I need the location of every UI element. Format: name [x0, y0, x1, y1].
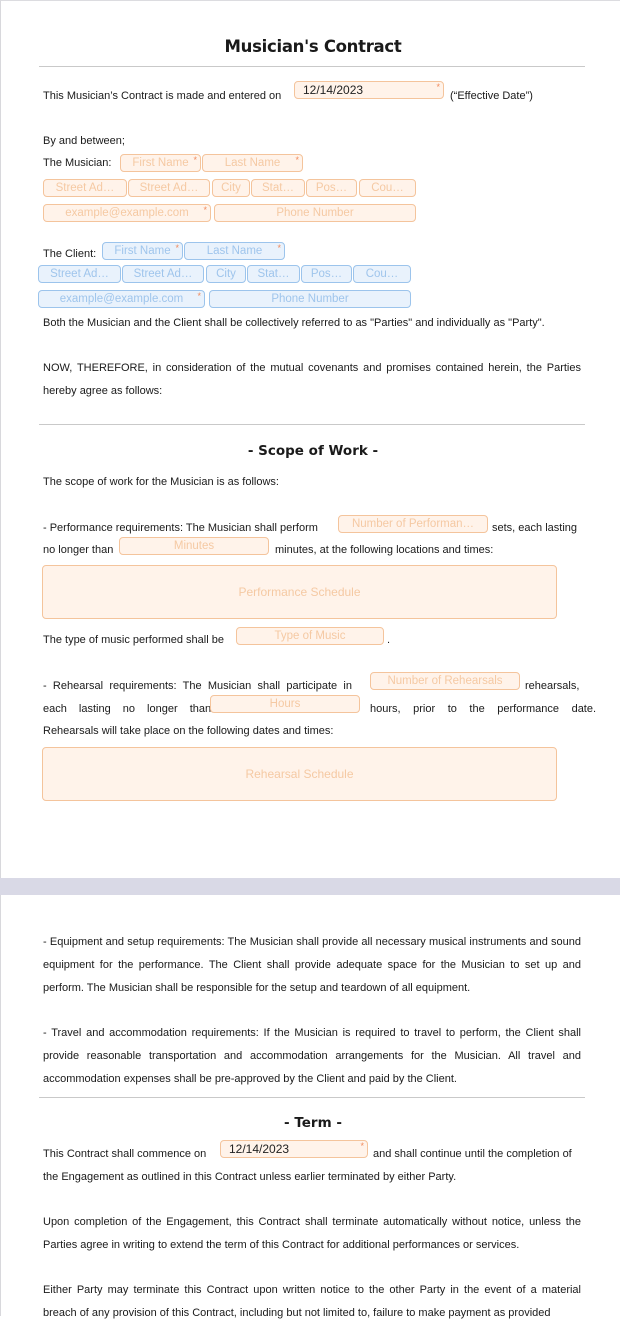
term-heading: - Term - — [284, 1115, 342, 1131]
performance-schedule-textarea[interactable]: Performance Schedule — [42, 565, 557, 619]
section-divider — [39, 1097, 585, 1098]
placeholder: Number of Rehearsals — [387, 675, 503, 687]
placeholder: First Name — [132, 157, 189, 169]
placeholder: Street Ad… — [133, 268, 193, 280]
placeholder: Pos… — [310, 268, 343, 280]
musician-label: The Musician: — [43, 157, 112, 169]
scope-intro: The scope of work for the Musician is as… — [43, 476, 279, 488]
effective-date-label: (“Effective Date”) — [450, 90, 533, 102]
placeholder: First Name — [114, 245, 171, 257]
required-marker: * — [193, 155, 197, 165]
scope-heading: - Scope of Work - — [247, 443, 379, 459]
placeholder: Cou… — [365, 268, 399, 280]
placeholder: Last Name — [206, 245, 263, 257]
parties-text: Both the Musician and the Client shall b… — [43, 317, 545, 329]
musician-phone-input[interactable]: Phone Number — [214, 204, 416, 222]
client-country-input[interactable]: Cou… — [353, 265, 411, 283]
completion-text: Upon completion of the Engagement, this … — [43, 1216, 581, 1251]
required-marker: * — [203, 205, 207, 215]
client-label: The Client: — [43, 248, 97, 260]
placeholder: Performance Schedule — [238, 585, 361, 599]
musician-email-input[interactable]: example@example.com * — [43, 204, 211, 222]
placeholder: Last Name — [224, 157, 281, 169]
musician-city-input[interactable]: City — [212, 179, 250, 197]
required-marker: * — [175, 243, 179, 253]
client-first-name-input[interactable]: First Name * — [102, 242, 183, 260]
placeholder: Phone Number — [271, 293, 349, 305]
document-page-1: Musician's Contract This Musician’s Cont… — [0, 0, 620, 879]
termination-text: Either Party may terminate this Contract… — [43, 1284, 581, 1319]
section-divider — [39, 424, 585, 425]
placeholder: Street Ad… — [139, 182, 199, 194]
effective-date-field[interactable]: 12/14/2023 * — [294, 81, 444, 99]
musician-state-input[interactable]: Stat… — [251, 179, 305, 197]
musician-street2-input[interactable]: Street Ad… — [128, 179, 210, 197]
musician-country-input[interactable]: Cou… — [359, 179, 416, 197]
placeholder: Type of Music — [274, 630, 346, 642]
equipment-text: - Equipment and setup requirements: The … — [43, 936, 581, 994]
required-marker: * — [436, 82, 440, 92]
required-marker: * — [197, 291, 201, 301]
performance-text-cont: sets, each lasting — [492, 522, 577, 534]
now-therefore-text: NOW, THEREFORE, in consideration of the … — [43, 362, 581, 397]
performance-text-line2: no longer than — [43, 544, 114, 556]
placeholder: Phone Number — [276, 207, 354, 219]
required-marker: * — [295, 155, 299, 165]
number-of-rehearsals-input[interactable]: Number of Rehearsals — [370, 672, 520, 690]
performance-text-line2-cont: minutes, at the following locations and … — [275, 544, 494, 556]
hours-input[interactable]: Hours — [210, 695, 360, 713]
intro-text: This Musician’s Contract is made and ent… — [43, 90, 282, 102]
effective-date-value: 12/14/2023 — [303, 83, 364, 97]
client-street2-input[interactable]: Street Ad… — [122, 265, 204, 283]
commence-date-value: 12/14/2023 — [229, 1142, 290, 1156]
number-of-performances-input[interactable]: Number of Performan… — [338, 515, 488, 533]
type-of-music-input[interactable]: Type of Music — [236, 627, 384, 645]
placeholder: Minutes — [173, 540, 215, 552]
required-marker: * — [277, 243, 281, 253]
client-last-name-input[interactable]: Last Name * — [184, 242, 285, 260]
minutes-input[interactable]: Minutes — [119, 537, 269, 555]
placeholder: City — [221, 182, 241, 194]
commence-text-line2: the Engagement as outlined in this Contr… — [43, 1171, 457, 1183]
music-type-text: The type of music performed shall be — [43, 634, 224, 646]
client-postal-input[interactable]: Pos… — [301, 265, 352, 283]
placeholder: Number of Performan… — [351, 518, 475, 530]
musician-first-name-input[interactable]: First Name * — [120, 154, 201, 172]
placeholder: Rehearsal Schedule — [245, 767, 354, 781]
musician-postal-input[interactable]: Pos… — [306, 179, 357, 197]
travel-text: - Travel and accommodation requirements:… — [43, 1027, 581, 1085]
commence-text-cont: and shall continue until the completion … — [373, 1148, 572, 1160]
client-phone-input[interactable]: Phone Number — [209, 290, 411, 308]
placeholder: Street Ad… — [50, 268, 109, 280]
music-type-period: . — [387, 634, 391, 646]
by-and-between-text: By and between; — [43, 135, 125, 147]
placeholder: Stat… — [257, 268, 290, 280]
placeholder: Stat… — [262, 182, 294, 194]
musician-street1-input[interactable]: Street Ad… — [43, 179, 127, 197]
commence-date-field[interactable]: 12/14/2023 * — [220, 1140, 368, 1158]
placeholder: Street Ad… — [55, 182, 115, 194]
placeholder: example@example.com — [65, 207, 189, 219]
placeholder: Cou… — [371, 182, 404, 194]
page-separator — [0, 878, 620, 895]
rehearsal-text-line2-cont: hours, prior to the performance date. — [370, 703, 597, 715]
client-email-input[interactable]: example@example.com * — [38, 290, 205, 308]
placeholder: example@example.com — [59, 293, 184, 305]
rehearsal-schedule-textarea[interactable]: Rehearsal Schedule — [42, 747, 557, 801]
commence-text: This Contract shall commence on — [43, 1148, 207, 1160]
rehearsal-text-line3: Rehearsals will take place on the follow… — [43, 725, 334, 737]
placeholder: Hours — [269, 698, 301, 710]
placeholder: City — [216, 268, 236, 280]
client-street1-input[interactable]: Street Ad… — [38, 265, 121, 283]
document-title: Musician's Contract — [224, 37, 402, 56]
required-marker: * — [360, 1141, 364, 1151]
rehearsal-text-cont: rehearsals, — [525, 680, 580, 692]
document-page-2: - Equipment and setup requirements: The … — [0, 895, 620, 1319]
placeholder: Pos… — [315, 182, 348, 194]
client-city-input[interactable]: City — [206, 265, 246, 283]
musician-last-name-input[interactable]: Last Name * — [202, 154, 303, 172]
rehearsal-text-line2: each lasting no longer than — [43, 703, 212, 715]
client-state-input[interactable]: Stat… — [247, 265, 300, 283]
title-divider — [39, 66, 585, 67]
